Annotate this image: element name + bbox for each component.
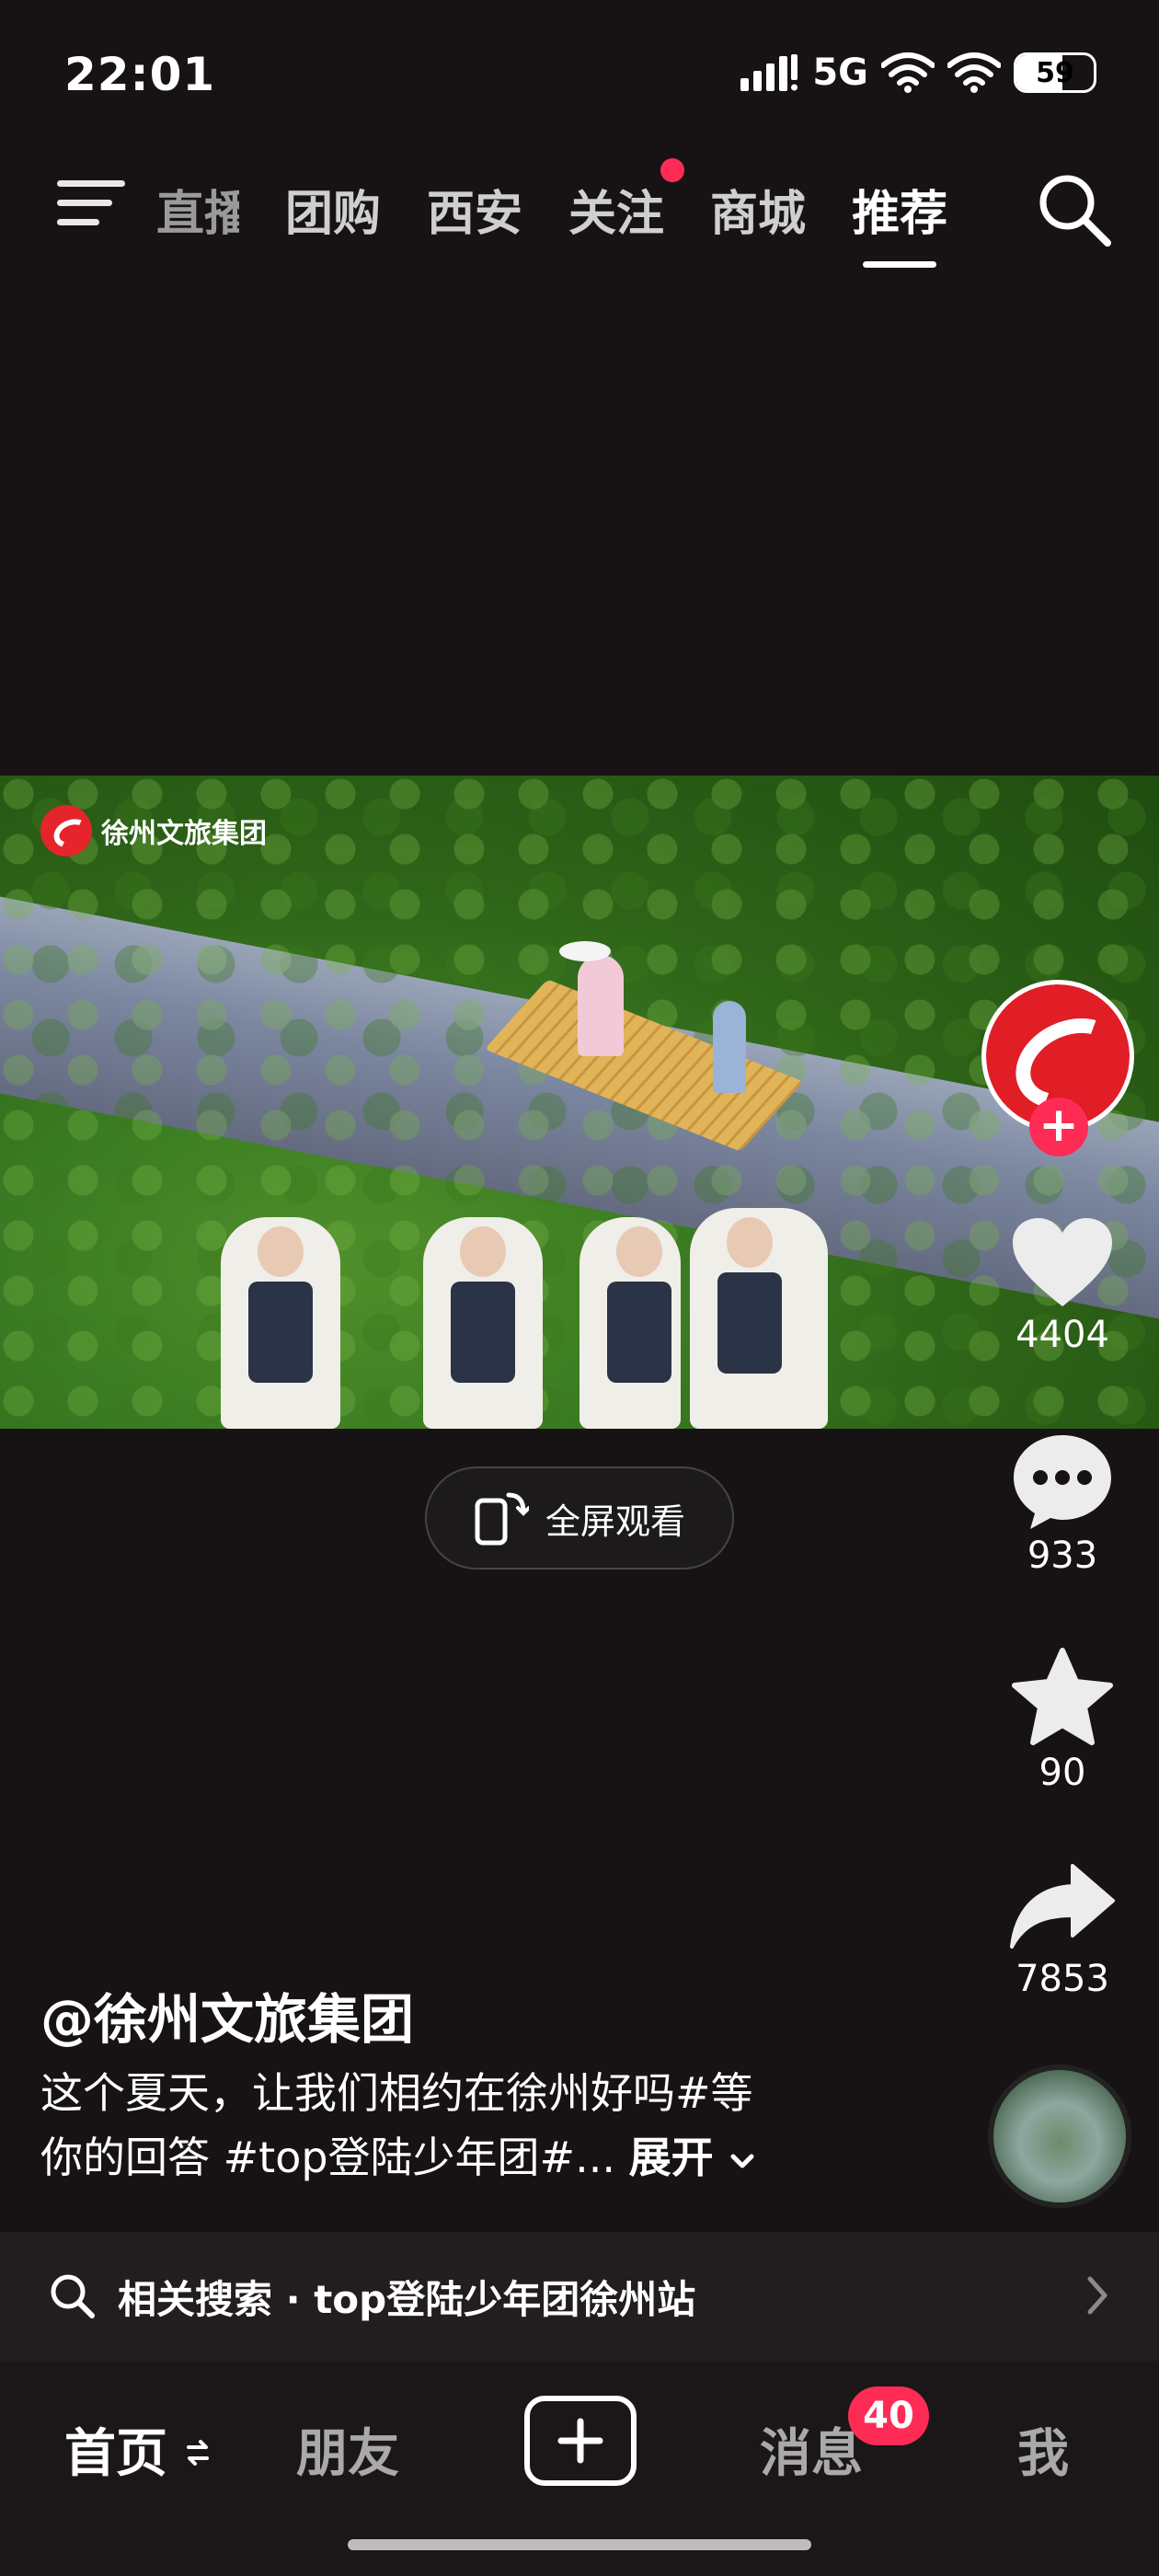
- related-search-bar[interactable]: 相关搜索 · top登陆少年团徐州站: [0, 2232, 1159, 2361]
- heart-icon: [1013, 1218, 1112, 1306]
- post-caption: 这个夏天，让我们相约在徐州好吗#等 你的回答 #top登陆少年团#... 展开: [40, 2061, 868, 2190]
- tab-recommended[interactable]: 推荐: [852, 175, 947, 268]
- wifi-icon-secondary: [947, 52, 1001, 93]
- search-icon[interactable]: [1036, 171, 1113, 248]
- follow-plus-button[interactable]: +: [1029, 1098, 1088, 1156]
- battery-level: 59: [1036, 56, 1074, 89]
- search-icon-small: [51, 2274, 95, 2318]
- like-button[interactable]: 4404: [993, 1214, 1131, 1356]
- tab-following[interactable]: 关注: [568, 158, 685, 244]
- nav-home[interactable]: 首页: [64, 2412, 210, 2487]
- caption-line-2: 你的回答 #top登陆少年团#... 展开: [40, 2125, 868, 2190]
- swap-icon: [186, 2440, 209, 2466]
- video-watermark-text: 徐州文旅集团: [101, 818, 267, 850]
- comment-icon: [1014, 1435, 1111, 1529]
- menu-icon[interactable]: [57, 180, 125, 232]
- nav-me[interactable]: 我: [1017, 2412, 1069, 2487]
- nav-messages[interactable]: 消息: [760, 2412, 863, 2487]
- fullscreen-rotate-icon: [475, 1492, 529, 1546]
- expand-button[interactable]: 展开: [629, 2133, 756, 2182]
- top-tabs: 直播 团购 西安 关注 商城 推荐: [156, 158, 947, 268]
- caption-line-1: 这个夏天，让我们相约在徐州好吗#等: [40, 2068, 753, 2118]
- tab-group-buy[interactable]: 团购: [285, 175, 381, 244]
- video-player[interactable]: 徐州文旅集团: [0, 776, 1159, 1429]
- wifi-icon: [881, 52, 935, 93]
- share-count: 7853: [1016, 1958, 1109, 2000]
- create-button[interactable]: [524, 2396, 637, 2486]
- tab-following-label: 关注: [568, 187, 665, 242]
- like-count: 4404: [1016, 1314, 1109, 1356]
- video-figure-boatman: [713, 1001, 746, 1093]
- video-watermark: 徐州文旅集团: [40, 805, 267, 857]
- status-time: 22:01: [64, 48, 216, 101]
- status-indicators: 5G 59: [740, 52, 1096, 94]
- messages-badge: 40: [848, 2386, 929, 2445]
- notification-dot: [660, 158, 685, 182]
- signal-icon: [740, 54, 798, 91]
- expand-label: 展开: [628, 2133, 714, 2182]
- battery-icon: 59: [1014, 52, 1096, 93]
- network-type: 5G: [812, 52, 868, 94]
- tab-mall[interactable]: 商城: [710, 175, 806, 244]
- tab-xian[interactable]: 西安: [427, 175, 522, 244]
- caption-line-2-text: 你的回答 #top登陆少年团#...: [40, 2133, 615, 2182]
- nav-friends[interactable]: 朋友: [296, 2412, 399, 2487]
- fullscreen-button[interactable]: 全屏观看: [425, 1466, 734, 1570]
- video-figure-umbrella: [578, 955, 624, 1056]
- comment-count: 933: [1027, 1535, 1098, 1577]
- tab-live[interactable]: 直播: [156, 175, 239, 244]
- related-search-label: 相关搜索 · top登陆少年团徐州站: [118, 2276, 696, 2322]
- music-disc[interactable]: [988, 2064, 1131, 2208]
- share-button[interactable]: 7853: [993, 1862, 1131, 2000]
- comment-button[interactable]: 933: [993, 1432, 1131, 1577]
- plus-icon: [557, 2418, 603, 2464]
- favorite-button[interactable]: 90: [993, 1647, 1131, 1794]
- brand-logo-icon: [40, 805, 92, 857]
- star-icon: [1012, 1648, 1113, 1745]
- chevron-down-icon: [730, 2154, 754, 2168]
- chevron-right-icon: [1087, 2276, 1107, 2315]
- video-dancers: [212, 1208, 911, 1429]
- video-umbrella: [559, 941, 611, 961]
- nav-home-label: 首页: [64, 2424, 167, 2484]
- share-icon: [1010, 1864, 1115, 1949]
- fullscreen-label: 全屏观看: [545, 1501, 685, 1542]
- author-name[interactable]: @徐州文旅集团: [40, 1976, 414, 2053]
- home-indicator[interactable]: [348, 2539, 811, 2550]
- favorite-count: 90: [1039, 1752, 1086, 1794]
